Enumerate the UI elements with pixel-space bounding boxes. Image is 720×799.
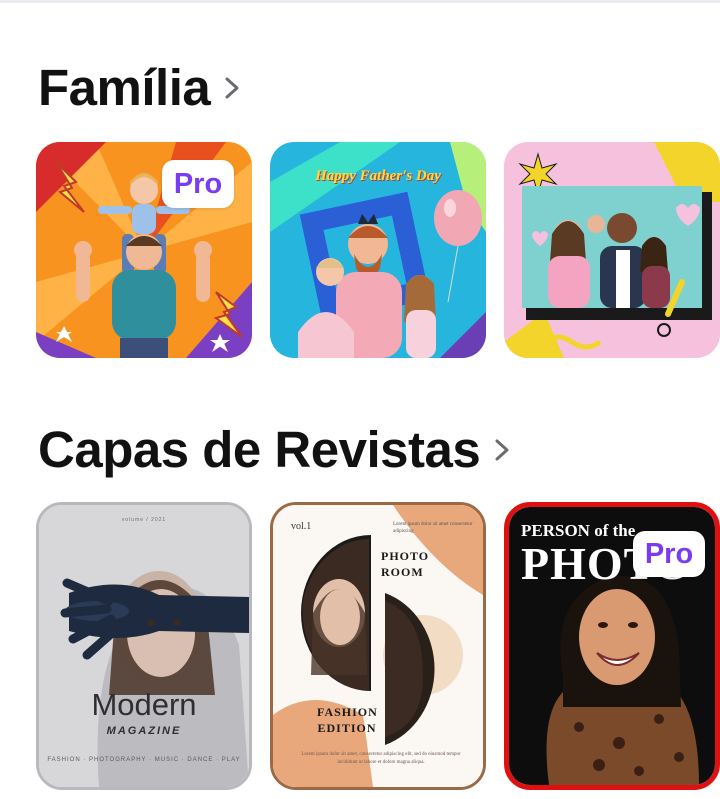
section-title: Família (38, 59, 211, 116)
chevron-right-icon (225, 77, 239, 98)
section-title: Capas de Revistas (38, 421, 481, 478)
template-card-magazine-photo-room[interactable]: vol.1 Lorem ipsum dolor sit amet consect… (270, 502, 486, 790)
template-card-familia-3[interactable] (504, 142, 720, 358)
magazine-footer: Lorem ipsum dolor sit amet, consectetur … (301, 752, 461, 765)
template-card-magazine-person[interactable]: PERSON of the PHOTO Pro (504, 502, 720, 790)
top-divider (0, 0, 720, 3)
template-card-familia-1[interactable]: Pro (36, 142, 252, 358)
magazine-volume: vol.1 (291, 521, 312, 532)
pro-badge: Pro (633, 531, 705, 577)
family-photo-thumbnail (504, 142, 720, 358)
pro-badge: Pro (162, 160, 234, 208)
magazine-subline: MAGAZINE (106, 725, 182, 737)
magazine-subheadline: FASHION EDITION (317, 705, 378, 735)
magazine-side-text: Lorem ipsum dolor sit amet consectetur a… (393, 522, 473, 534)
modern-magazine-thumbnail (39, 505, 249, 787)
template-card-magazine-modern[interactable]: volume / 2021 Modern MAGAZINE FASHION · … (36, 502, 252, 790)
magazine-footer: FASHION · PHOTOGRAPHY · MUSIC · DANCE · … (47, 757, 241, 763)
chevron-right-icon (495, 439, 509, 460)
magazine-headline: Modern (91, 687, 197, 722)
magazine-issue-label: volume / 2021 (121, 517, 167, 523)
photo-room-magazine-thumbnail (273, 505, 483, 787)
tile-headline: Happy Father's Day (315, 168, 441, 184)
template-card-familia-2[interactable]: Happy Father's Day (270, 142, 486, 358)
section-header-familia[interactable]: Família (38, 58, 242, 117)
magazine-headline: PHOTO ROOM (381, 549, 430, 579)
section-header-capas-de-revistas[interactable]: Capas de Revistas (38, 420, 512, 479)
